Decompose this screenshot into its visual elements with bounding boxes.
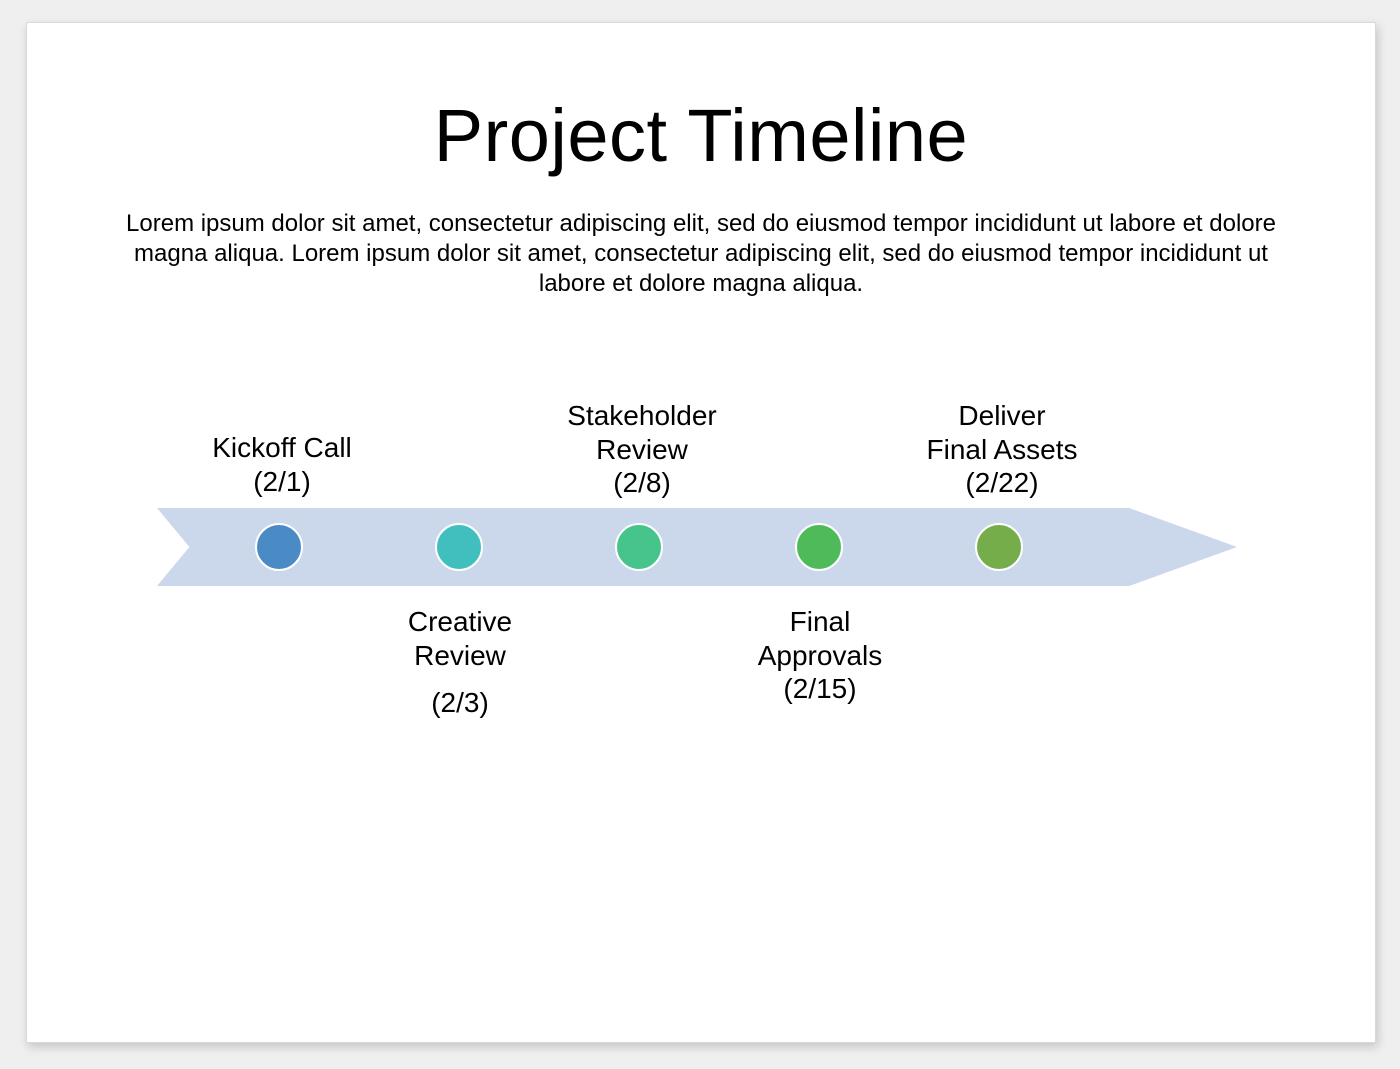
timeline-dot-4 — [795, 523, 843, 571]
slide-title: Project Timeline — [27, 93, 1375, 178]
milestone-2-label: CreativeReview (2/3) — [345, 605, 575, 720]
milestone-2-name: CreativeReview — [345, 605, 575, 672]
milestone-3-name-l1: StakeholderReview — [517, 399, 767, 466]
milestone-5-date: (2/22) — [877, 466, 1127, 500]
timeline-arrow — [157, 508, 1237, 586]
milestone-4-date: (2/15) — [705, 672, 935, 706]
milestone-3-date: (2/8) — [517, 466, 767, 500]
milestone-1-label: Kickoff Call (2/1) — [177, 431, 387, 498]
milestone-4-name: FinalApprovals — [705, 605, 935, 672]
timeline-dot-1 — [255, 523, 303, 571]
spacer — [345, 672, 575, 686]
milestone-5-name: DeliverFinal Assets — [877, 399, 1127, 466]
milestone-1-name: Kickoff Call — [177, 431, 387, 465]
slide: Project Timeline Lorem ipsum dolor sit a… — [26, 22, 1376, 1043]
milestone-1-date: (2/1) — [177, 465, 387, 499]
milestone-3-label: StakeholderReview (2/8) — [517, 399, 767, 500]
timeline-dot-3 — [615, 523, 663, 571]
timeline-dot-5 — [975, 523, 1023, 571]
timeline-dot-2 — [435, 523, 483, 571]
milestone-5-label: DeliverFinal Assets (2/22) — [877, 399, 1127, 500]
slide-subtitle: Lorem ipsum dolor sit amet, consectetur … — [107, 209, 1295, 299]
canvas-backdrop: Project Timeline Lorem ipsum dolor sit a… — [0, 0, 1400, 1069]
milestone-2-date: (2/3) — [345, 686, 575, 720]
milestone-4-label: FinalApprovals (2/15) — [705, 605, 935, 706]
